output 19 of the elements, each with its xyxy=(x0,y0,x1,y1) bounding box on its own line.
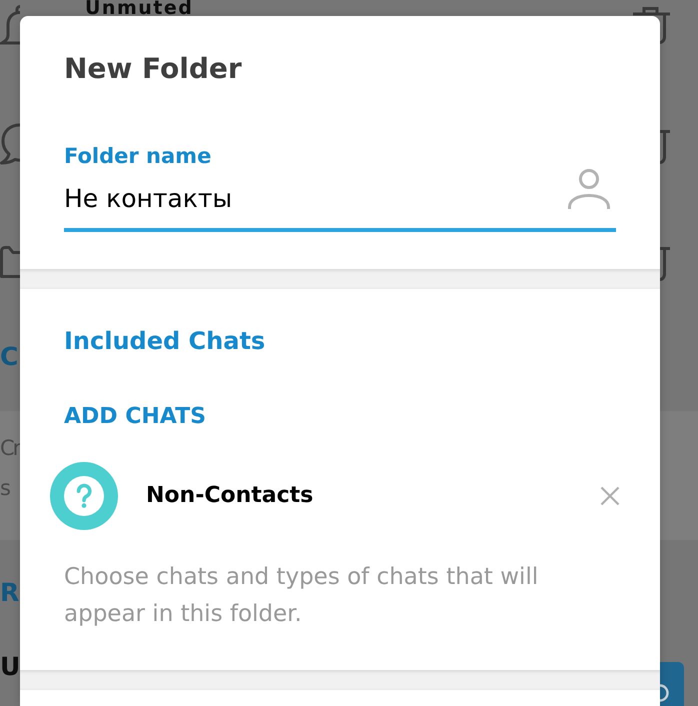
dialog-title: New Folder xyxy=(64,52,242,86)
section-heading: R xyxy=(0,579,20,607)
trash-icon[interactable] xyxy=(633,7,670,44)
question-mark-icon xyxy=(50,462,118,530)
section-heading: Included Chats xyxy=(64,326,266,356)
hint-text: Choose chats and types of chats that will appear in this folder. xyxy=(64,563,540,629)
add-chats-button[interactable]: ADD CHATS xyxy=(64,403,206,431)
field-label: Folder name xyxy=(64,143,212,169)
action-button[interactable] xyxy=(660,662,684,706)
chat-bubble-icon xyxy=(0,122,20,166)
section-heading: C xyxy=(0,343,18,371)
bell-icon xyxy=(0,4,20,45)
remove-button[interactable] xyxy=(600,486,620,506)
folder-name-input[interactable]: Не контакты xyxy=(64,184,560,214)
person-icon xyxy=(568,169,610,210)
close-icon xyxy=(600,486,620,506)
list-item-title: U xyxy=(0,653,20,681)
arc-icon xyxy=(660,684,669,702)
chat-name: Non-Contacts xyxy=(146,483,314,509)
